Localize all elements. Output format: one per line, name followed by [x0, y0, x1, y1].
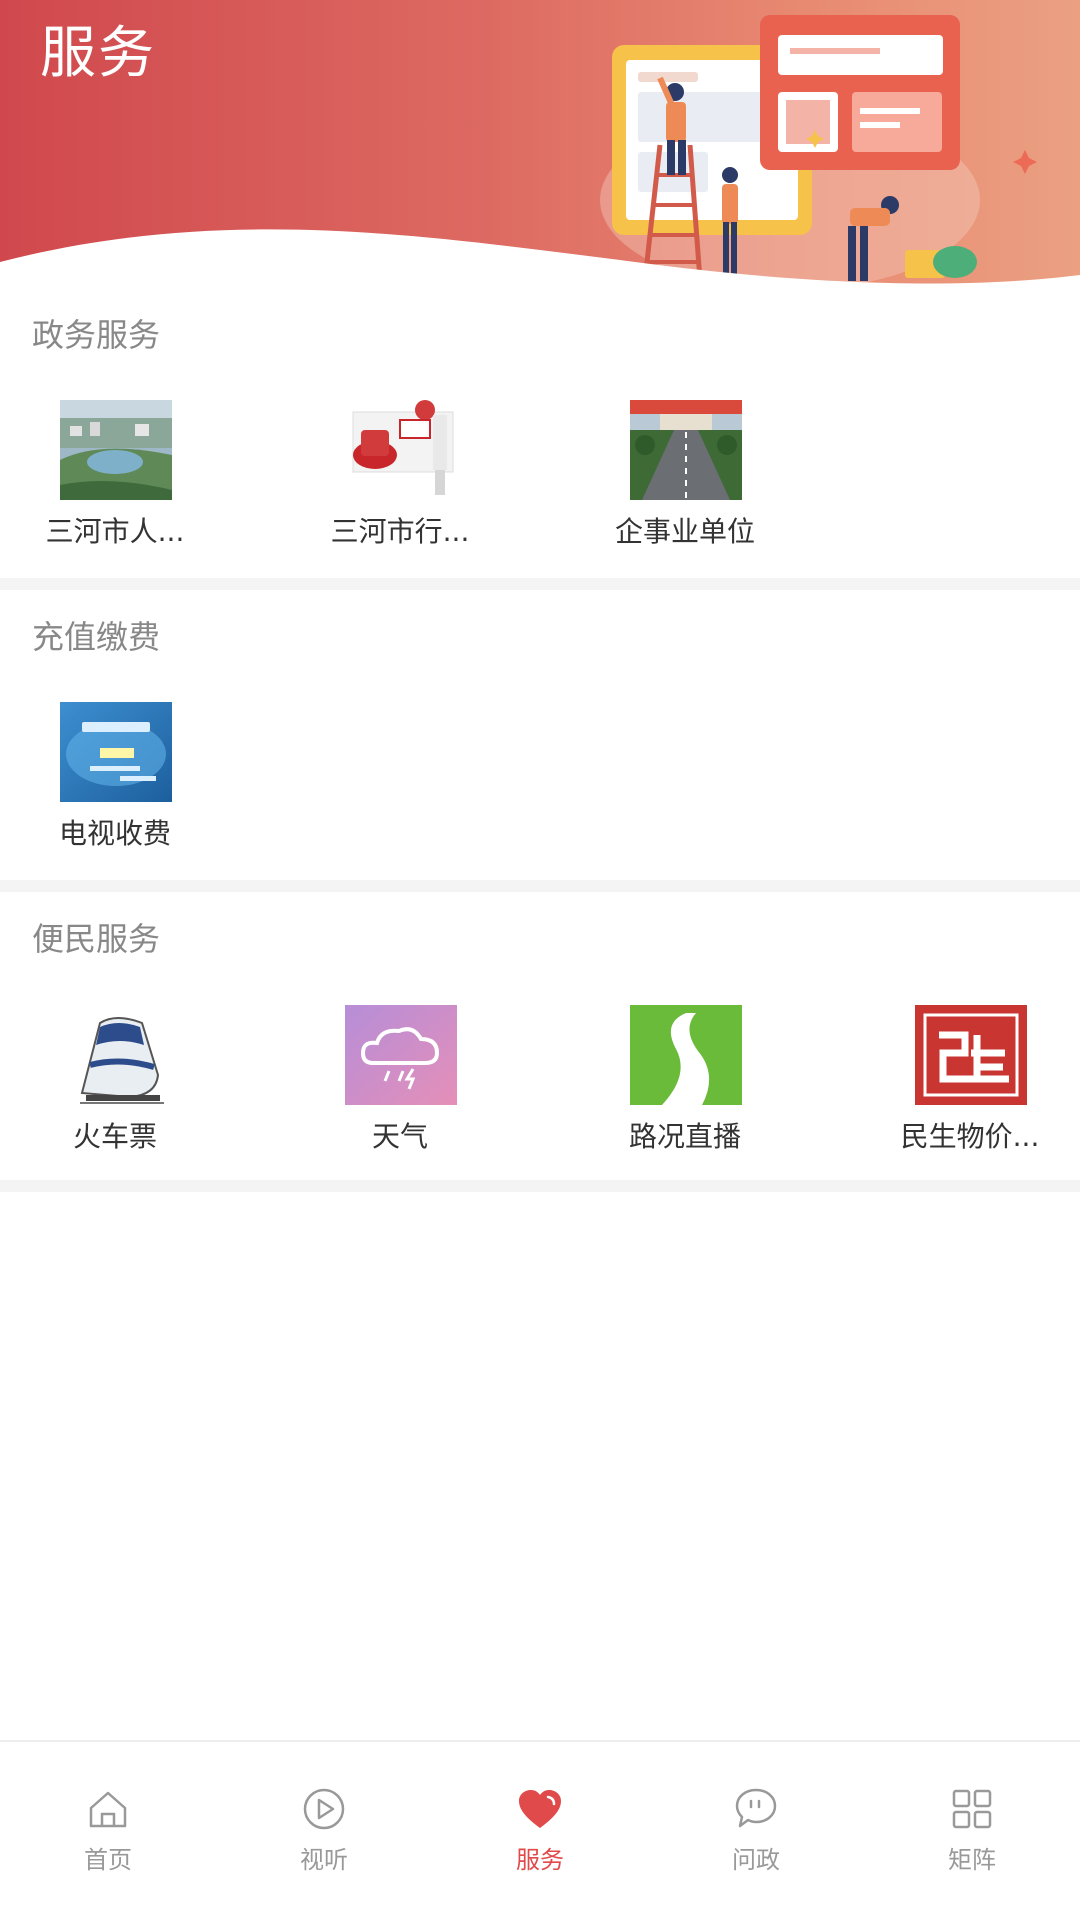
header-wave — [0, 229, 1080, 295]
nav-label: 首页 — [84, 1846, 132, 1874]
nav-service[interactable]: 服务 — [432, 1742, 648, 1922]
chat-icon — [735, 1788, 777, 1828]
service-item-enterprise[interactable]: 企事业单位 — [575, 400, 795, 560]
service-item-label: 电视收费 — [58, 817, 171, 850]
nav-home[interactable]: 首页 — [0, 1742, 216, 1922]
section-title-convenience: 便民服务 — [32, 920, 161, 958]
nav-label: 问政 — [732, 1846, 780, 1874]
service-item-livelihood-prices[interactable]: 民生物价... — [860, 1005, 1080, 1165]
boulevard-photo-icon — [630, 400, 742, 500]
service-item-label: 民生物价... — [900, 1120, 1040, 1153]
tv-payment-photo-icon — [60, 702, 172, 802]
aerial-city-photo-icon — [60, 400, 172, 500]
official-stamp-photo-icon — [345, 400, 457, 500]
service-item-traffic-live[interactable]: 路况直播 — [575, 1005, 795, 1165]
service-item-label: 三河市人... — [45, 515, 185, 548]
section-divider — [0, 578, 1080, 590]
home-icon — [89, 1791, 127, 1828]
bottom-nav: 首页 视听 服务 问政 矩阵 — [0, 1740, 1080, 1922]
section-title-government: 政务服务 — [32, 316, 161, 354]
service-item-label: 天气 — [371, 1120, 428, 1153]
nav-media[interactable]: 视听 — [216, 1742, 432, 1922]
heart-icon — [519, 1790, 561, 1828]
service-item-weather[interactable]: 天气 — [290, 1005, 510, 1165]
road-icon — [630, 1005, 742, 1105]
service-item-sanhe-xingzheng[interactable]: 三河市行... — [290, 400, 510, 560]
service-item-label: 火车票 — [72, 1120, 157, 1153]
nav-matrix[interactable]: 矩阵 — [864, 1742, 1080, 1922]
section-divider — [0, 880, 1080, 892]
weather-cloud-icon — [345, 1005, 457, 1105]
service-item-label: 路况直播 — [628, 1120, 741, 1153]
nav-inquiry[interactable]: 问政 — [648, 1742, 864, 1922]
nav-label: 矩阵 — [948, 1846, 996, 1874]
nav-label: 服务 — [516, 1846, 564, 1874]
grid-icon — [952, 1789, 992, 1829]
service-item-tv-payment[interactable]: 电视收费 — [5, 702, 225, 862]
nav-label: 视听 — [300, 1846, 348, 1874]
page-title: 服务 — [40, 21, 156, 86]
service-item-label: 三河市行... — [330, 515, 470, 548]
section-divider — [0, 1180, 1080, 1192]
section-title-payment: 充值缴费 — [32, 618, 161, 656]
play-icon — [303, 1788, 345, 1830]
service-item-train-ticket[interactable]: 火车票 — [5, 1005, 225, 1165]
train-icon — [60, 1005, 172, 1105]
header-banner: 服务 — [0, 0, 1080, 295]
service-item-sanhe-renda[interactable]: 三河市人... — [5, 400, 225, 560]
minsheng-logo-icon — [915, 1005, 1027, 1105]
service-item-label: 企事业单位 — [614, 515, 755, 548]
